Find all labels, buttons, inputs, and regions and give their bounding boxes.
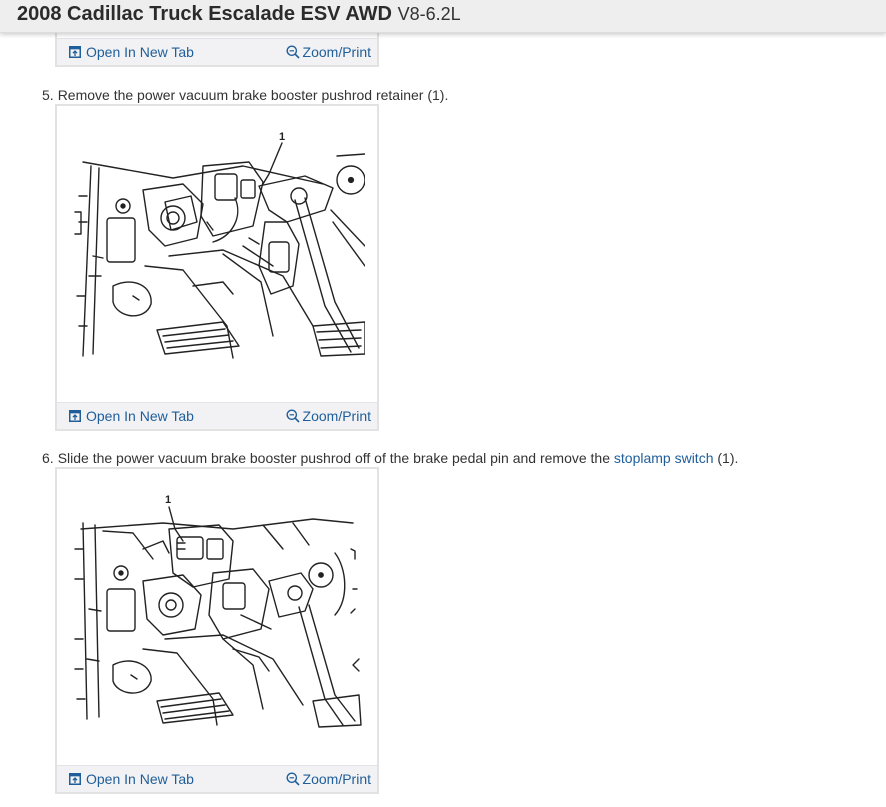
diagram-image-stoplamp-switch[interactable]: 1	[73, 489, 365, 734]
open-in-new-tab-label: Open In New Tab	[86, 44, 194, 60]
open-in-new-tab-label: Open In New Tab	[86, 408, 194, 424]
zoom-print-link[interactable]: Zoom/Print	[286, 771, 371, 787]
page-header: 2008 Cadillac Truck Escalade ESV AWD V8-…	[0, 0, 886, 33]
image-toolbar: Open In New Tab Zoom/Print	[57, 38, 377, 65]
figure-step-5: 1 Open In New Tab Zoom/Print	[55, 104, 379, 431]
zoom-print-label: Zoom/Print	[302, 408, 371, 424]
engine-label: V8-6.2L	[397, 4, 461, 24]
step-text-before: Slide the power vacuum brake booster pus…	[57, 450, 610, 466]
open-in-new-tab-link[interactable]: Open In New Tab	[69, 408, 194, 424]
open-in-new-tab-icon	[69, 773, 81, 785]
callout-label: 1	[279, 131, 285, 143]
callout-label: 1	[165, 494, 171, 506]
zoom-icon	[286, 45, 300, 59]
open-in-new-tab-icon	[69, 46, 81, 58]
diagram-image-pushrod-retainer[interactable]: 1	[73, 126, 366, 371]
zoom-icon	[286, 772, 300, 786]
step-5: 5. Remove the power vacuum brake booster …	[42, 87, 448, 103]
step-6: 6. Slide the power vacuum brake booster p…	[42, 450, 738, 466]
open-in-new-tab-label: Open In New Tab	[86, 771, 194, 787]
step-number: 6.	[42, 450, 54, 466]
page-title: 2008 Cadillac Truck Escalade ESV AWD V8-…	[17, 3, 461, 25]
figure-step-6: 1 Open In New Tab Zoom/Print	[55, 467, 379, 794]
image-toolbar: Open In New Tab Zoom/Print	[57, 765, 377, 792]
zoom-print-link[interactable]: Zoom/Print	[286, 408, 371, 424]
step-text-after: (1).	[717, 450, 739, 466]
zoom-print-label: Zoom/Print	[302, 44, 371, 60]
zoom-print-label: Zoom/Print	[302, 771, 371, 787]
zoom-icon	[286, 409, 300, 423]
stoplamp-switch-link[interactable]: stoplamp switch	[614, 450, 714, 466]
open-in-new-tab-icon	[69, 410, 81, 422]
zoom-print-link[interactable]: Zoom/Print	[286, 44, 371, 60]
open-in-new-tab-link[interactable]: Open In New Tab	[69, 44, 194, 60]
vehicle-title: 2008 Cadillac Truck Escalade ESV AWD	[17, 3, 392, 25]
open-in-new-tab-link[interactable]: Open In New Tab	[69, 771, 194, 787]
image-toolbar: Open In New Tab Zoom/Print	[57, 402, 377, 429]
step-text: Remove the power vacuum brake booster pu…	[57, 87, 449, 103]
step-number: 5.	[42, 87, 54, 103]
